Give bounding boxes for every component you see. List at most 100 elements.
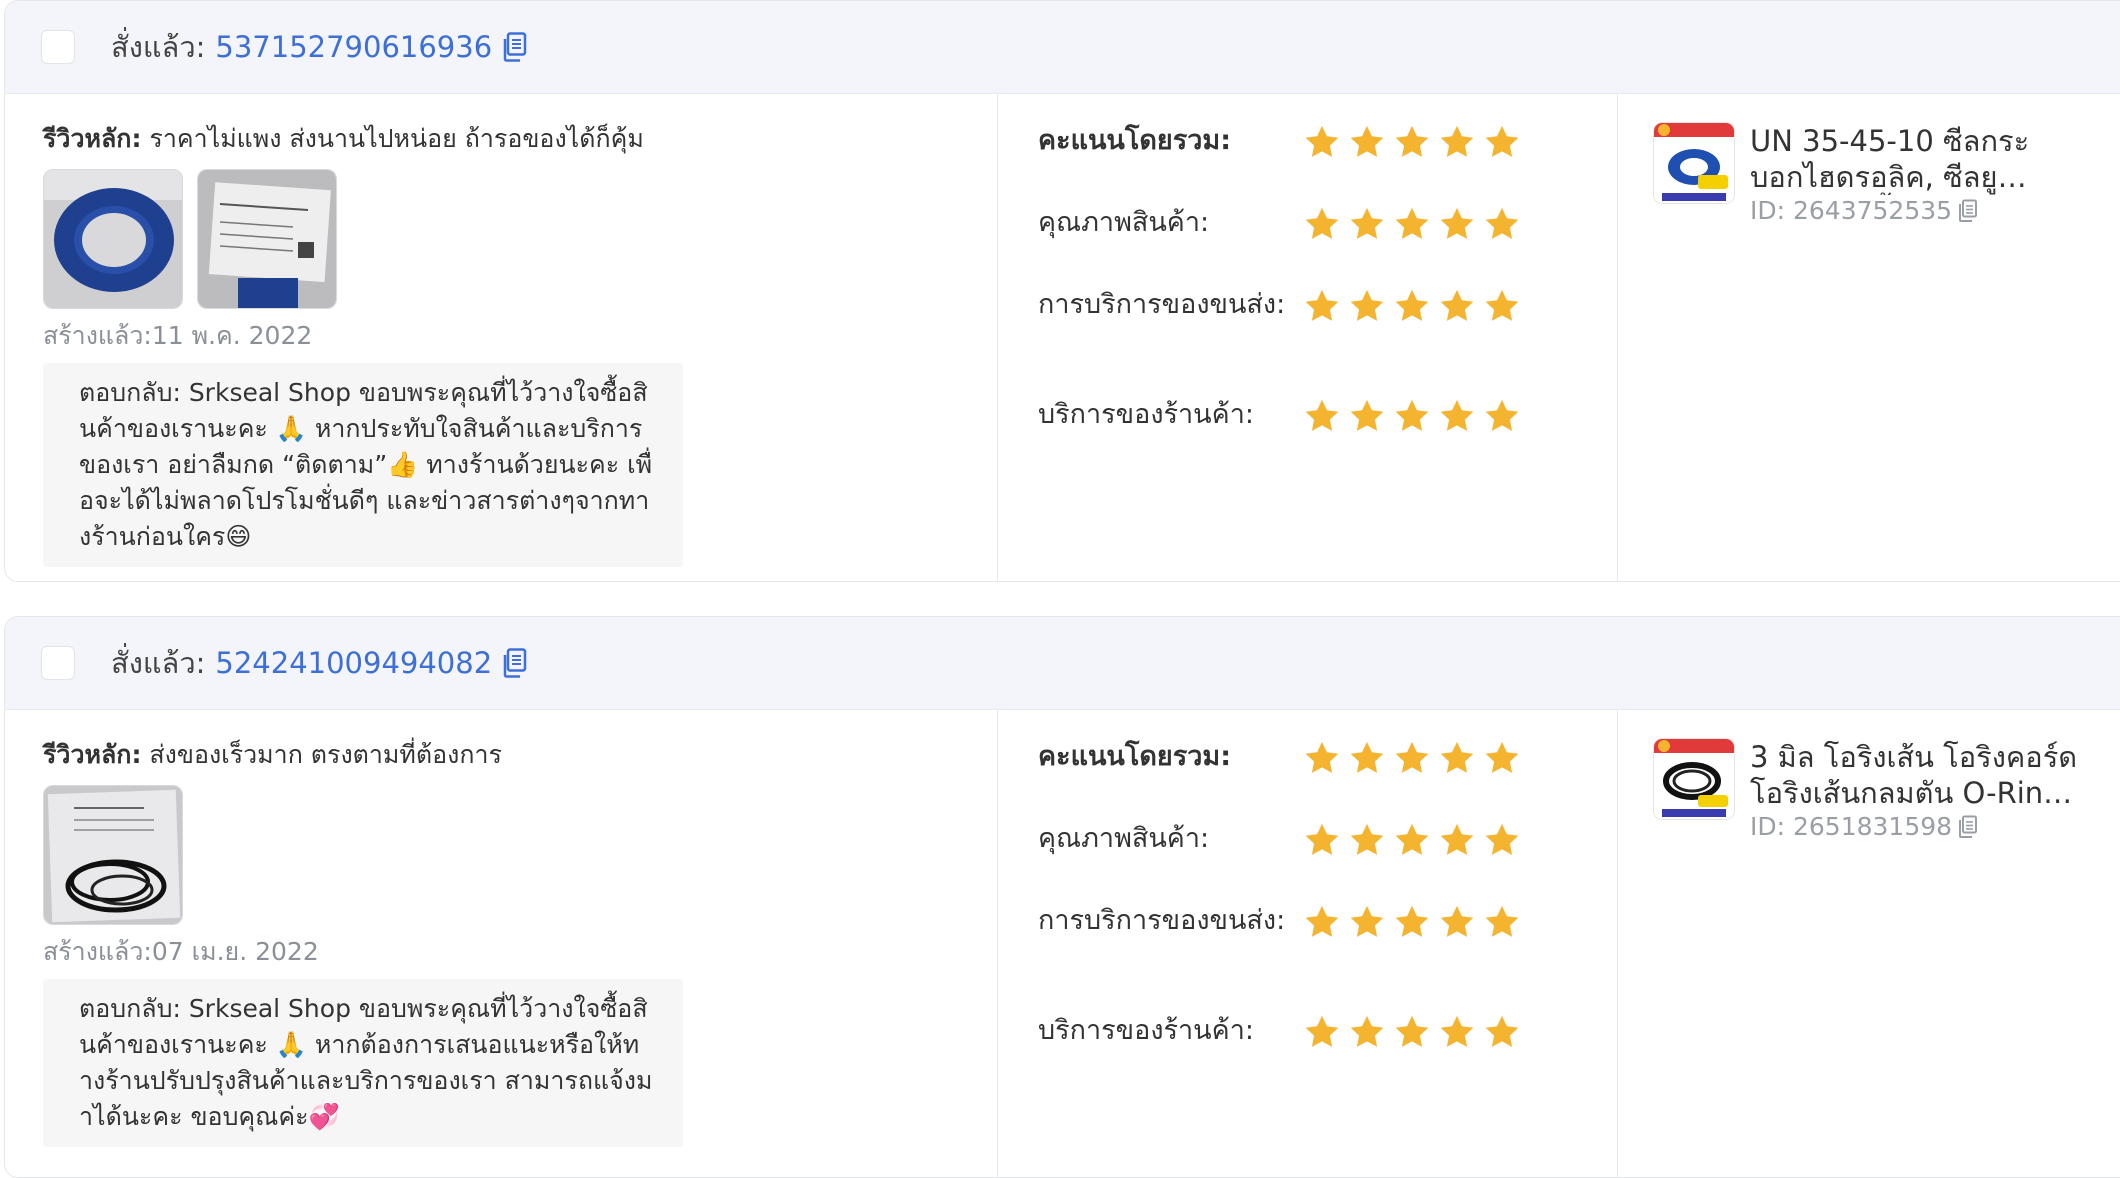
product-thumbnail[interactable] — [1654, 123, 1734, 203]
star-icon — [1395, 741, 1429, 773]
rating-shop-service: บริการของร้านค้า: — [1038, 397, 1521, 435]
star-icon — [1350, 399, 1384, 431]
review-images — [43, 169, 997, 309]
product-thumbnail[interactable] — [1654, 739, 1734, 819]
star-icon — [1350, 1015, 1384, 1047]
review-card-header: สั่งแล้ว: 537152790616936 — [5, 1, 2120, 94]
star-icon — [1485, 125, 1519, 157]
star-icon — [1305, 823, 1339, 855]
review-text: ราคาไม่แพง ส่งนานไปหน่อย ถ้ารอของได้ก็คุ… — [149, 124, 644, 153]
rating-shop-service: บริการของร้านค้า: — [1038, 1013, 1521, 1051]
star-rating — [1303, 1013, 1521, 1051]
order-label: สั่งแล้ว: — [111, 646, 206, 680]
star-icon — [1440, 1015, 1474, 1047]
review-label: รีวิวหลัก: — [43, 740, 142, 769]
star-icon — [1305, 905, 1339, 937]
star-rating — [1303, 397, 1521, 435]
order-id-link[interactable]: 537152790616936 — [215, 30, 492, 64]
product-item[interactable]: 3 มิล โอริงเส้น โอริงคอร์ด โอริงเส้นกลมต… — [1654, 739, 2080, 843]
product-item[interactable]: UN 35-45-10 ซีลกระบอกไฮดรอลิค, ซีลยูคับ,… — [1654, 123, 2080, 227]
rating-label: บริการของร้านค้า: — [1038, 399, 1254, 430]
star-icon — [1440, 399, 1474, 431]
star-icon — [1350, 289, 1384, 321]
rating-shipping-service: การบริการของขนส่ง: — [1038, 903, 1521, 941]
copy-icon[interactable] — [1958, 199, 1978, 223]
star-icon — [1395, 823, 1429, 855]
star-icon — [1350, 823, 1384, 855]
select-checkbox[interactable] — [41, 646, 75, 680]
copy-icon[interactable] — [502, 648, 528, 678]
rating-label: คะแนนโดยรวม: — [1038, 125, 1231, 156]
main-review: รีวิวหลัก: ส่งของเร็วมาก ตรงตามที่ต้องกา… — [43, 739, 997, 771]
rating-shipping-service: การบริการของขนส่ง: — [1038, 287, 1521, 325]
rating-label: การบริการของขนส่ง: — [1038, 289, 1286, 320]
product-id: ID: 2651831598 — [1750, 811, 2080, 843]
star-icon — [1440, 207, 1474, 239]
product-id-text: ID: 2643752535 — [1750, 196, 1953, 225]
star-rating — [1303, 739, 1521, 777]
star-icon — [1305, 741, 1339, 773]
copy-icon[interactable] — [502, 32, 528, 62]
shop-reply: ตอบกลับ: Srkseal Shop ขอบพระคุณที่ไว้วาง… — [43, 363, 683, 567]
product-panel: 3 มิล โอริงเส้น โอริงคอร์ด โอริงเส้นกลมต… — [1617, 709, 2120, 1177]
product-id-text: ID: 2651831598 — [1750, 812, 1953, 841]
star-icon — [1305, 207, 1339, 239]
star-icon — [1395, 905, 1429, 937]
star-icon — [1485, 207, 1519, 239]
product-info: UN 35-45-10 ซีลกระบอกไฮดรอลิค, ซีลยูคับ,… — [1750, 123, 2080, 227]
product-id: ID: 2643752535 — [1750, 195, 2080, 227]
star-icon — [1440, 905, 1474, 937]
review-card: สั่งแล้ว: 524241009494082 รีวิวหลัก: ส่ง… — [4, 616, 2120, 1178]
star-icon — [1440, 823, 1474, 855]
product-name[interactable]: 3 มิล โอริงเส้น โอริงคอร์ด โอริงเส้นกลมต… — [1750, 739, 2080, 811]
star-icon — [1440, 289, 1474, 321]
review-image-seal[interactable] — [43, 169, 183, 309]
star-icon — [1485, 823, 1519, 855]
star-icon — [1350, 125, 1384, 157]
star-icon — [1350, 741, 1384, 773]
star-icon — [1485, 289, 1519, 321]
copy-icon[interactable] — [1958, 815, 1978, 839]
rating-product-quality: คุณภาพสินค้า: — [1038, 821, 1521, 859]
rating-overall: คะแนนโดยรวม: — [1038, 123, 1521, 161]
rating-label: คะแนนโดยรวม: — [1038, 741, 1231, 772]
star-icon — [1395, 399, 1429, 431]
star-icon — [1305, 1015, 1339, 1047]
star-rating — [1303, 903, 1521, 941]
product-panel: UN 35-45-10 ซีลกระบอกไฮดรอลิค, ซีลยูคับ,… — [1617, 93, 2120, 581]
review-card: สั่งแล้ว: 537152790616936 รีวิวหลัก: ราค… — [4, 0, 2120, 582]
star-rating — [1303, 123, 1521, 161]
review-image-oring[interactable] — [43, 785, 183, 925]
order-label: สั่งแล้ว: — [111, 30, 206, 64]
created-date: สร้างแล้ว:11 พ.ค. 2022 — [43, 321, 313, 350]
select-checkbox[interactable] — [41, 30, 75, 64]
star-icon — [1485, 399, 1519, 431]
rating-label: การบริการของขนส่ง: — [1038, 905, 1286, 936]
product-name[interactable]: UN 35-45-10 ซีลกระบอกไฮดรอลิค, ซีลยูคับ,… — [1750, 123, 2080, 195]
star-icon — [1395, 289, 1429, 321]
star-icon — [1305, 125, 1339, 157]
rating-overall: คะแนนโดยรวม: — [1038, 739, 1521, 777]
rating-label: คุณภาพสินค้า: — [1038, 823, 1210, 854]
rating-label: คุณภาพสินค้า: — [1038, 207, 1210, 238]
review-card-header: สั่งแล้ว: 524241009494082 — [5, 617, 2120, 710]
star-icon — [1305, 289, 1339, 321]
product-info: 3 มิล โอริงเส้น โอริงคอร์ด โอริงเส้นกลมต… — [1750, 739, 2080, 843]
star-icon — [1350, 207, 1384, 239]
review-image-label[interactable] — [197, 169, 337, 309]
star-rating — [1303, 821, 1521, 859]
review-label: รีวิวหลัก: — [43, 124, 142, 153]
star-icon — [1485, 905, 1519, 937]
shop-reply: ตอบกลับ: Srkseal Shop ขอบพระคุณที่ไว้วาง… — [43, 979, 683, 1147]
star-icon — [1395, 207, 1429, 239]
review-content: รีวิวหลัก: ราคาไม่แพง ส่งนานไปหน่อย ถ้าร… — [5, 93, 997, 581]
order-id-link[interactable]: 524241009494082 — [215, 646, 492, 680]
star-icon — [1440, 125, 1474, 157]
star-icon — [1305, 399, 1339, 431]
review-images — [43, 785, 997, 925]
ratings-panel: คะแนนโดยรวม: คุณภาพสินค้า: การบริการของข… — [997, 93, 1618, 581]
star-rating — [1303, 287, 1521, 325]
review-text: ส่งของเร็วมาก ตรงตามที่ต้องการ — [149, 740, 502, 769]
rating-product-quality: คุณภาพสินค้า: — [1038, 205, 1521, 243]
star-icon — [1485, 1015, 1519, 1047]
